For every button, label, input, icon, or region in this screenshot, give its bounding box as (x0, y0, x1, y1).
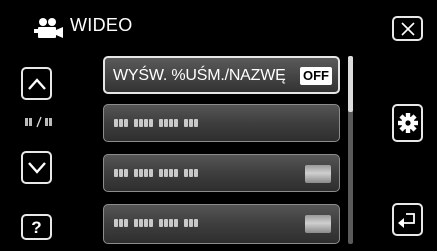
settings-button[interactable] (392, 104, 423, 142)
chevron-down-icon (27, 161, 46, 174)
video-camera-icon (34, 18, 63, 38)
close-button[interactable] (392, 16, 423, 41)
help-label: ? (31, 217, 42, 237)
menu-item[interactable] (103, 104, 340, 142)
placeholder-text-icon (114, 219, 199, 229)
scrollbar-thumb[interactable] (348, 56, 353, 112)
scroll-up-button[interactable] (21, 67, 52, 100)
close-icon (400, 21, 415, 36)
chevron-up-icon (27, 77, 46, 90)
menu-item-face-display[interactable]: WYŚW. %UŚM./NAZWĘ OFF (103, 56, 340, 94)
value-indicator-icon (305, 165, 331, 183)
back-button[interactable] (392, 203, 423, 236)
placeholder-text-icon (114, 169, 199, 179)
page-indicator-icon (25, 116, 52, 128)
placeholder-text-icon (114, 119, 199, 129)
value-indicator-icon (305, 215, 331, 233)
scroll-down-button[interactable] (21, 151, 52, 184)
page-title: WIDEO (70, 15, 133, 35)
help-button[interactable]: ? (21, 214, 52, 240)
menu-item[interactable] (103, 204, 340, 244)
status-badge: OFF (300, 67, 332, 85)
gear-icon (397, 113, 418, 133)
menu-item-label: WYŚW. %UŚM./NAZWĘ (113, 67, 286, 84)
menu-item[interactable] (103, 154, 340, 192)
return-icon (397, 212, 415, 228)
